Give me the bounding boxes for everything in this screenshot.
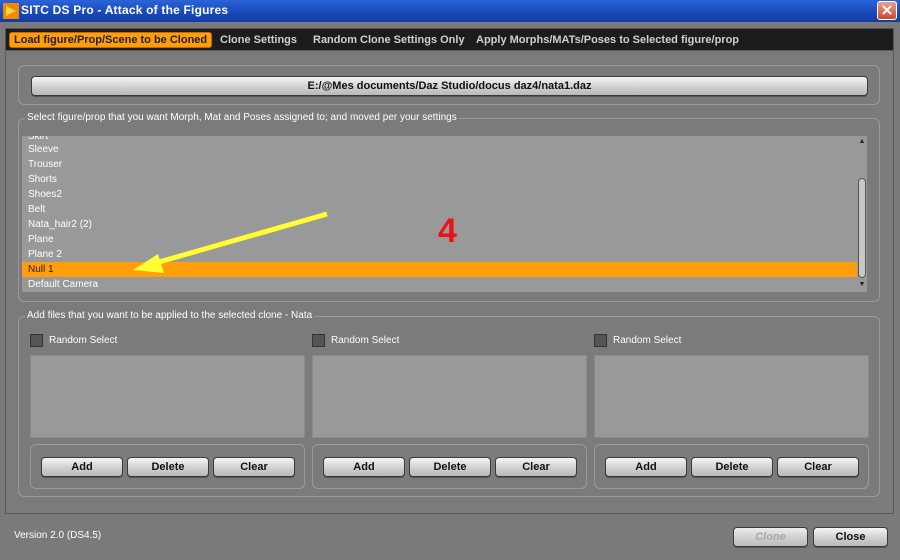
- clone-button[interactable]: Clone: [733, 527, 808, 547]
- random-select-checkbox-1[interactable]: [30, 334, 43, 347]
- version-label: Version 2.0 (DS4.5): [14, 530, 102, 541]
- file-path-button[interactable]: E:/@Mes documents/Daz Studio/docus daz4/…: [31, 76, 868, 96]
- random-select-checkbox-2[interactable]: [312, 334, 325, 347]
- scrollbar-thumb[interactable]: [858, 178, 866, 278]
- list-item[interactable]: Shoes2: [22, 187, 858, 202]
- tab-clone-settings[interactable]: Clone Settings: [216, 32, 301, 48]
- list-item[interactable]: Shorts: [22, 172, 858, 187]
- app-logo-icon: [3, 3, 19, 19]
- random-select-checkbox-3[interactable]: [594, 334, 607, 347]
- add-button-2[interactable]: Add: [323, 457, 405, 477]
- add-files-label: Add files that you want to be applied to…: [25, 310, 315, 321]
- list-item[interactable]: Default Camera: [22, 277, 858, 292]
- random-select-label-3: Random Select: [613, 335, 682, 346]
- list-item[interactable]: Sleeve: [22, 142, 858, 157]
- tab-bar: Load figure/Prop/Scene to be Cloned Clon…: [5, 28, 894, 50]
- title-bar: SITC DS Pro - Attack of the Figures: [0, 0, 900, 22]
- clear-button-3[interactable]: Clear: [777, 457, 859, 477]
- window-title: SITC DS Pro - Attack of the Figures: [21, 3, 229, 17]
- tab-apply-morphs[interactable]: Apply Morphs/MATs/Poses to Selected figu…: [472, 32, 743, 48]
- tab-random-clone-settings[interactable]: Random Clone Settings Only: [309, 32, 469, 48]
- random-select-label-1: Random Select: [49, 335, 118, 346]
- file-list-2[interactable]: [312, 355, 587, 438]
- clear-button-2[interactable]: Clear: [495, 457, 577, 477]
- random-select-label-2: Random Select: [331, 335, 400, 346]
- delete-button-2[interactable]: Delete: [409, 457, 491, 477]
- close-icon[interactable]: [877, 1, 897, 20]
- add-button-3[interactable]: Add: [605, 457, 687, 477]
- file-list-3[interactable]: [594, 355, 869, 438]
- close-button[interactable]: Close: [813, 527, 888, 547]
- tab-load-figure[interactable]: Load figure/Prop/Scene to be Cloned: [9, 32, 213, 48]
- clear-button-1[interactable]: Clear: [213, 457, 295, 477]
- delete-button-1[interactable]: Delete: [127, 457, 209, 477]
- list-scrollbar[interactable]: ▲ ▼: [857, 136, 867, 292]
- annotation-number: 4: [438, 212, 457, 250]
- select-figure-label: Select figure/prop that you want Morph, …: [25, 112, 459, 123]
- list-item-selected[interactable]: Null 1: [22, 262, 858, 277]
- scroll-down-icon[interactable]: ▼: [858, 281, 866, 289]
- file-list-1[interactable]: [30, 355, 305, 438]
- delete-button-3[interactable]: Delete: [691, 457, 773, 477]
- scroll-up-icon[interactable]: ▲: [858, 138, 866, 146]
- list-item[interactable]: Trouser: [22, 157, 858, 172]
- add-button-1[interactable]: Add: [41, 457, 123, 477]
